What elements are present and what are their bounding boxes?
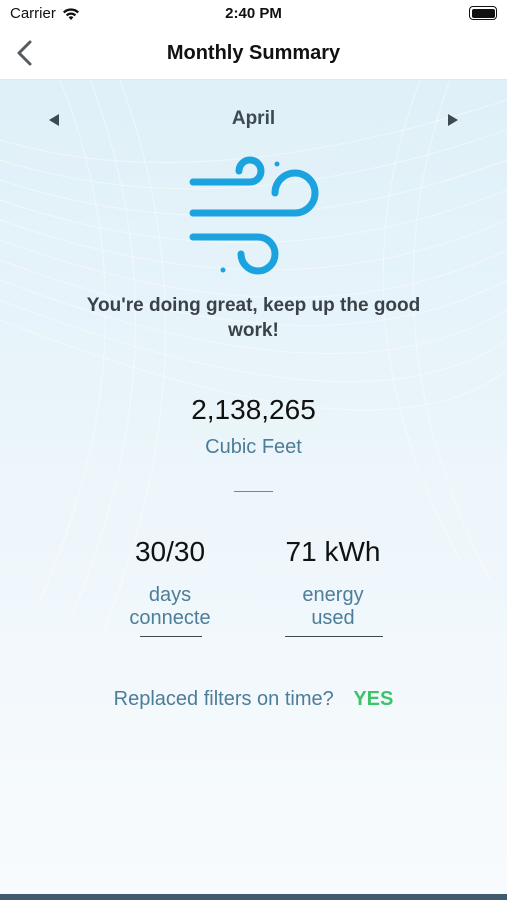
divider (234, 491, 273, 492)
filter-question: Replaced filters on time? (113, 688, 334, 710)
nav-bar: Monthly Summary (0, 28, 507, 80)
energy-used-label: energy used (253, 584, 413, 630)
energy-label-line1: energy (302, 584, 364, 606)
page-title: Monthly Summary (166, 42, 341, 64)
month-selector: April (0, 106, 507, 136)
days-connected-stat: 30/30 days connecte (90, 536, 250, 630)
energy-underline (285, 636, 383, 637)
energy-used-stat: 71 kWh energy used (253, 536, 413, 630)
wind-icon (189, 156, 319, 275)
days-underline (140, 636, 202, 637)
volume-value: 2,138,265 (191, 394, 316, 425)
encouragement-message: You're doing great, keep up the good wor… (86, 295, 421, 341)
filter-status-row: Replaced filters on time? YES (0, 688, 507, 711)
days-connected-value: 30/30 (134, 536, 206, 567)
days-label-line1: days (148, 584, 192, 606)
bottom-bar (0, 894, 507, 900)
status-bar: Carrier 2:40 PM (0, 0, 507, 28)
days-connected-label: days connecte (90, 584, 250, 630)
filter-answer: YES (353, 688, 394, 710)
triangle-right-icon[interactable] (443, 110, 463, 130)
status-time: 2:40 PM (225, 5, 282, 22)
summary-content: April You're doing great, keep up the go… (0, 80, 507, 894)
energy-label-line2: used (311, 607, 355, 629)
energy-used-value: 71 kWh (285, 536, 381, 567)
volume-unit: Cubic Feet (205, 436, 302, 458)
battery-icon (469, 6, 497, 20)
days-label-line2: connecte (129, 607, 211, 629)
month-label: April (231, 108, 276, 129)
